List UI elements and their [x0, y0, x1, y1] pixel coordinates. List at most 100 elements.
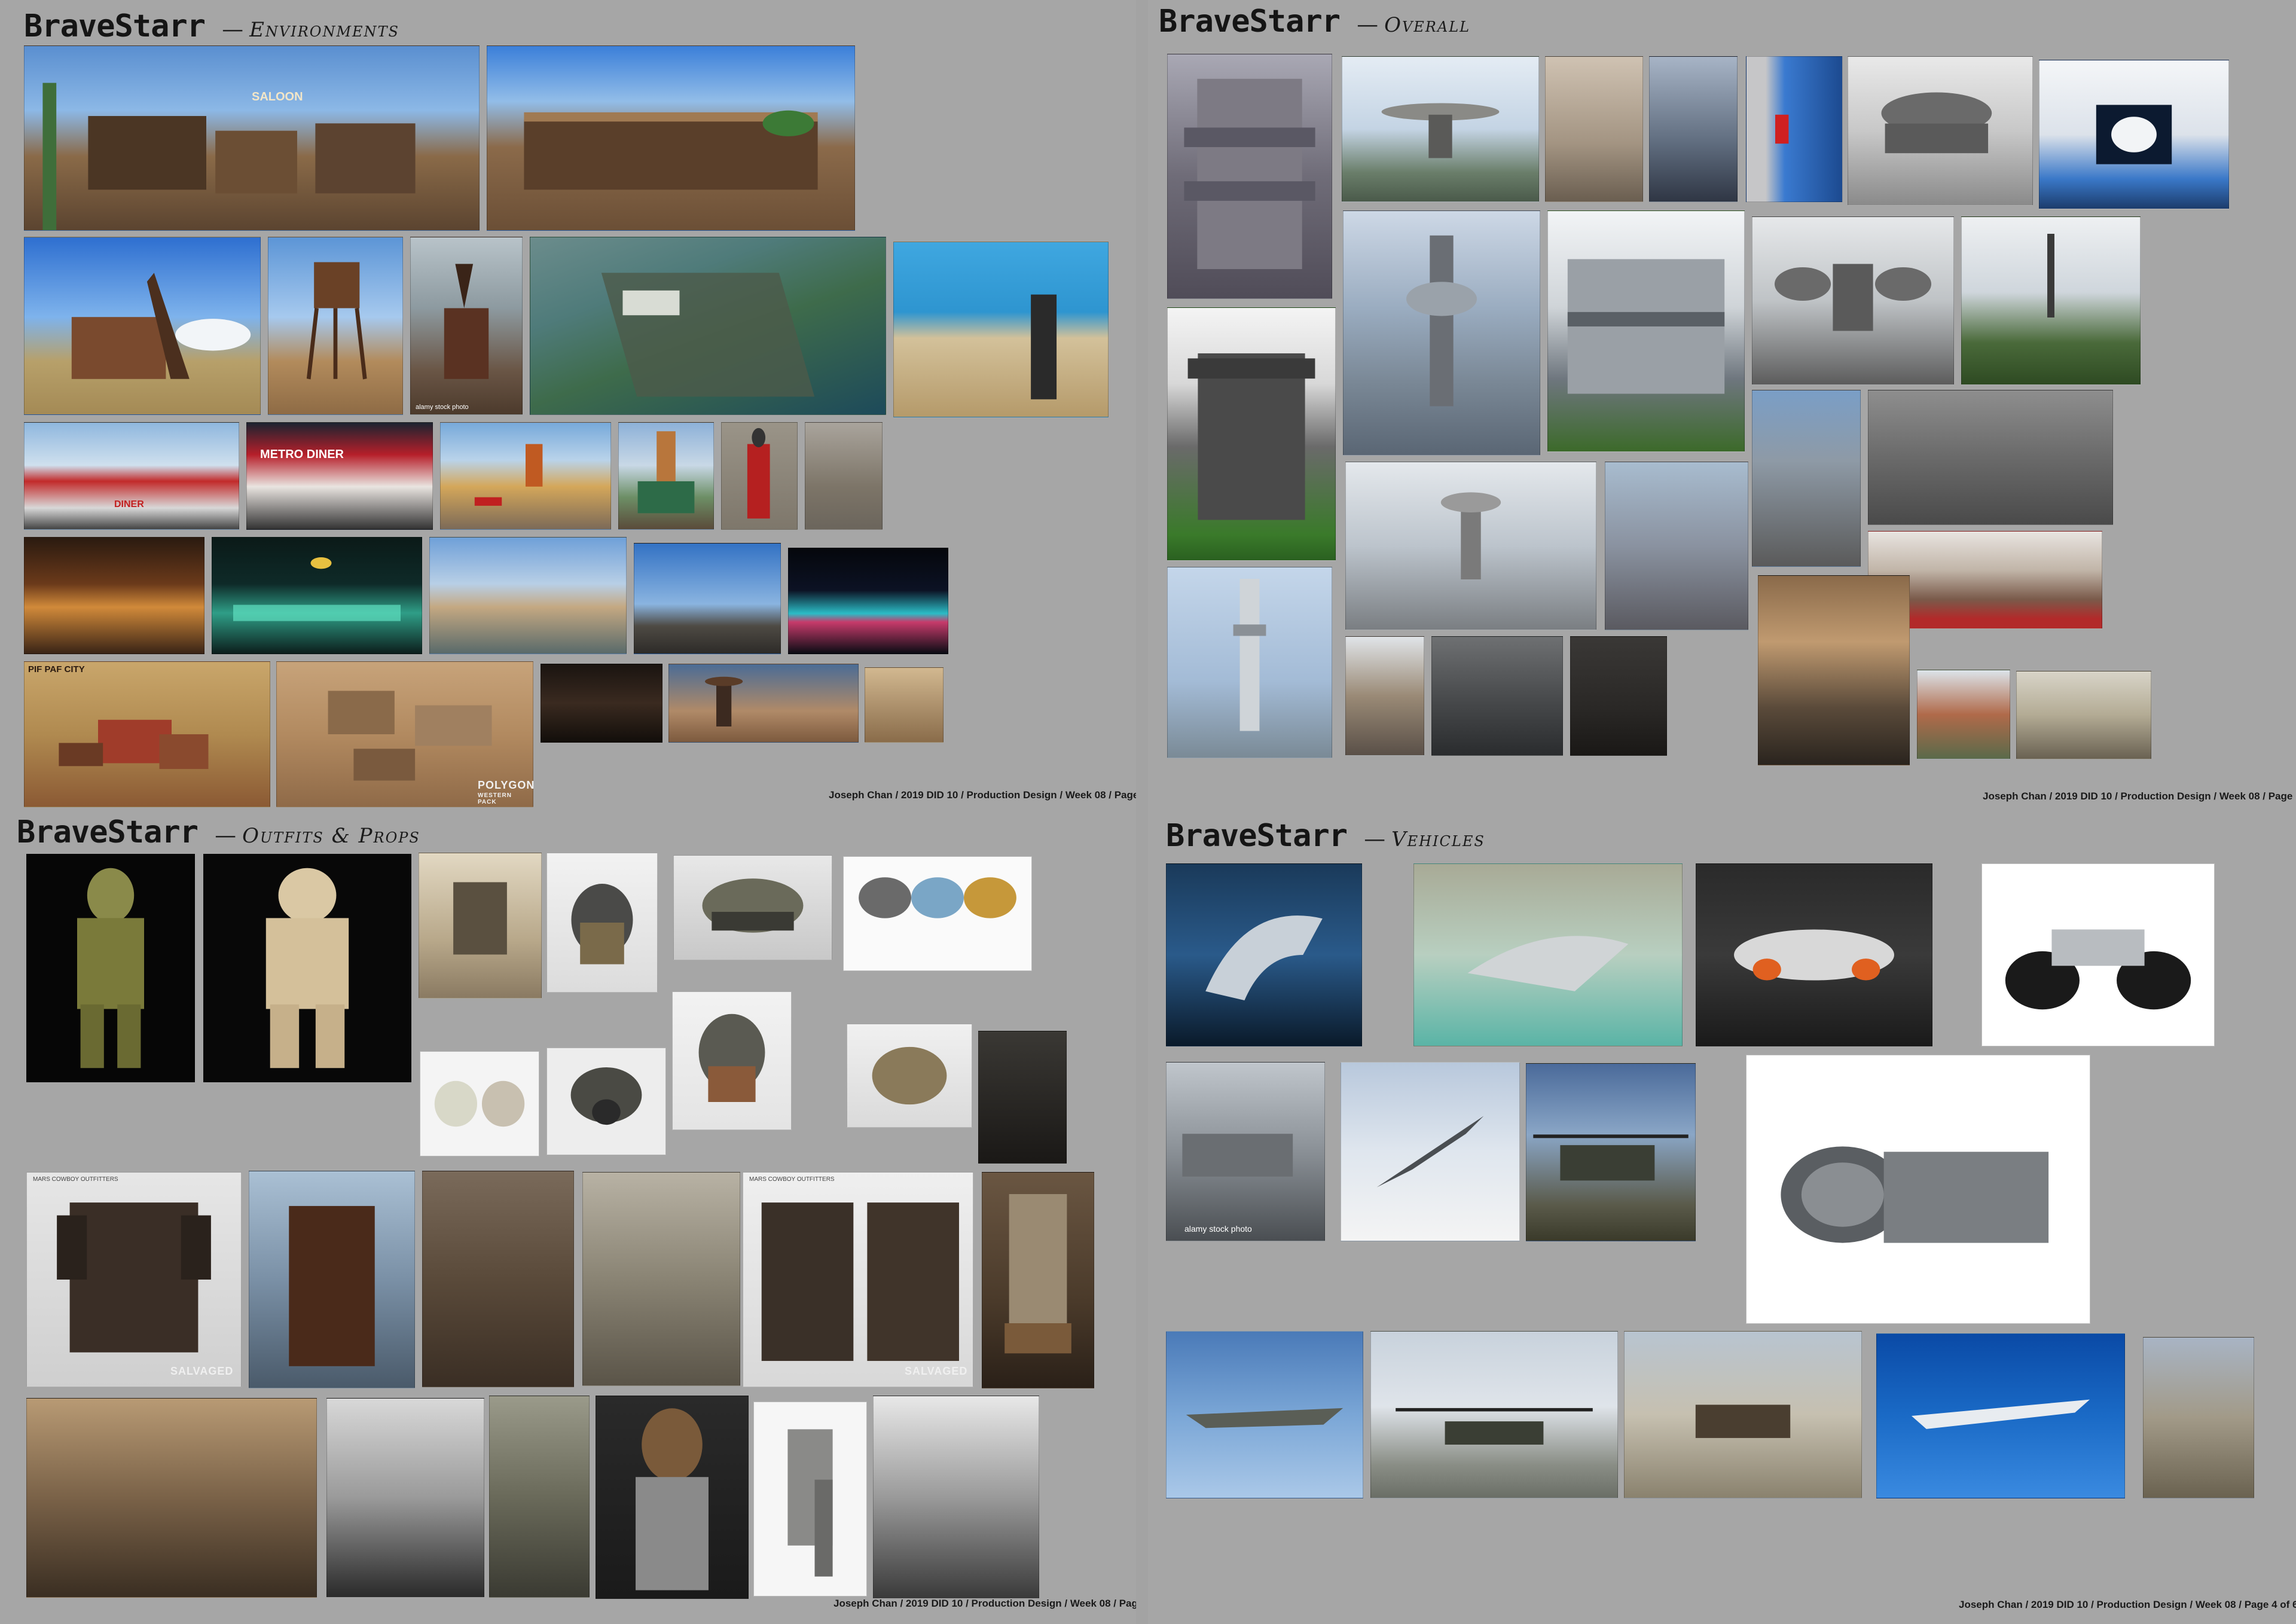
page-footer: Joseph Chan / 2019 DID 10 / Production D… — [829, 789, 1136, 801]
alamy-watermark: alamy stock photo — [1184, 1224, 1252, 1234]
board-brand: BraveStarr — [17, 814, 199, 850]
green-spacesuit-photo — [26, 854, 195, 1082]
plaza-dusk-render — [429, 537, 627, 654]
gas-pump-photo — [721, 422, 798, 530]
stacked-apartment-photo — [1345, 636, 1424, 756]
art-deco-drive-in-photo — [440, 422, 611, 530]
pif-paf-city-label: PIF PAF CITY — [28, 664, 85, 674]
helipad-building-photo — [1342, 56, 1539, 202]
trench-armor-photo — [753, 1402, 867, 1596]
bunker-corridor-photo — [1431, 636, 1563, 756]
airport-tower-photo — [1345, 462, 1596, 630]
fighter-jet-clouds-photo — [1341, 1062, 1520, 1241]
overall-board: BraveStarr — Overall Joseph Chan / 2019 … — [1148, 0, 2296, 813]
flat-city-bw-photo — [1868, 390, 2113, 525]
concrete-block-photo — [1649, 56, 1738, 202]
blue-glass-tower-photo — [1746, 56, 1843, 202]
cream-spacesuit-photo — [203, 854, 411, 1082]
creature-masks-photo — [420, 1051, 539, 1156]
dark-armor-display-photo — [978, 1031, 1067, 1164]
pickelhaube-helmet-photo — [546, 853, 658, 993]
vehicles-board: BraveStarr — Vehicles alamy stock photo — [1148, 813, 2296, 1624]
old-tucson-street-photo — [487, 45, 855, 231]
zizkov-tower-photo — [1167, 567, 1332, 758]
bomber-sky-photo — [1876, 1333, 2125, 1498]
rusted-cuirass-photo — [982, 1172, 1094, 1388]
board-subtitle: Environments — [249, 18, 399, 42]
western-town-photo: SALOON — [24, 45, 480, 231]
parking-garage-photo — [1752, 390, 1861, 567]
sci-fi-interior-photo — [1570, 636, 1667, 756]
night-saloon-interior — [24, 537, 204, 654]
western-city-gate-photo — [1605, 462, 1748, 630]
cliff-container-house-photo — [893, 242, 1109, 417]
brutalist-balconies-photo — [1167, 54, 1332, 299]
board-header: BraveStarr — Vehicles — [1166, 818, 1485, 854]
mars-cowboy-label: MARS COWBOY OUTFITTERS — [749, 1176, 835, 1183]
hangar-jet-photo: alamy stock photo — [1166, 1062, 1325, 1241]
saloon-sign: SALOON — [252, 90, 303, 103]
board-header: BraveStarr — Environments — [24, 8, 399, 44]
helicopters-airfield-photo — [1370, 1331, 1618, 1498]
board-brand: BraveStarr — [1159, 4, 1341, 39]
control-tower-photo — [1343, 210, 1540, 456]
salvaged-leather-armor-photo: MARS COWBOY OUTFITTERS SALVAGED — [26, 1172, 242, 1387]
roadside-stop-photo — [634, 543, 781, 654]
curved-tower-photo — [1545, 56, 1643, 202]
title-separator: — — [222, 17, 244, 42]
title-separator: — — [215, 823, 237, 848]
space-station-interior — [2039, 60, 2229, 209]
teal-car-ornament-photo — [1413, 863, 1683, 1046]
board-subtitle: Outfits & Props — [242, 824, 420, 848]
pif-paf-city-render: PIF PAF CITY — [24, 661, 270, 807]
modernist-blocks-photo — [1917, 670, 2010, 759]
polygon-western-render: POLYGON WESTERN PACK — [276, 661, 535, 807]
cafe-racer-motorcycle-photo — [1981, 863, 2215, 1046]
hatch-door-photo — [2016, 671, 2151, 759]
environments-board: BraveStarr — Environments SALOON alamy s… — [0, 0, 1136, 813]
outfits-board: BraveStarr — Outfits & Props MARS COWBOY… — [0, 813, 1136, 1624]
tiltrotor-concept-photo — [1624, 1331, 1862, 1498]
dining-car-photo: DINER — [24, 422, 239, 530]
pod-building-photo — [1752, 216, 1954, 385]
derelict-helicopter-photo — [2143, 1337, 2254, 1498]
adrian-helmet-photo — [673, 855, 832, 960]
desert-buildings-render — [865, 667, 944, 743]
brutalist-library-photo — [1547, 210, 1745, 452]
alamy-watermark: alamy stock photo — [416, 404, 469, 411]
gas-mask-cloak-photo — [422, 1171, 574, 1387]
jet-engine-render — [1746, 1055, 2090, 1324]
vintage-helmet-print — [419, 853, 542, 999]
buzludzha-monument-photo — [1848, 56, 2033, 206]
title-separator: — — [1357, 13, 1379, 37]
mars-cowboy-label: MARS COWBOY OUTFITTERS — [33, 1176, 118, 1183]
misty-alley-concept — [1758, 575, 1910, 765]
polygon-logo: POLYGON — [478, 779, 535, 791]
metro-diner-sign: METRO DINER — [260, 448, 344, 461]
wasteland-wanderers-art — [582, 1172, 740, 1386]
board-header: BraveStarr — Outfits & Props — [17, 814, 420, 850]
mask-helmet-photo — [672, 991, 792, 1130]
samurai-photo — [326, 1398, 484, 1598]
salvaged-jackets-photo: MARS COWBOY OUTFITTERS SALVAGED — [743, 1172, 973, 1387]
page-footer: Joseph Chan / 2019 DID 10 / Production D… — [1983, 790, 2296, 802]
salvaged-logo: SALVAGED — [905, 1365, 968, 1377]
page-footer: Joseph Chan / 2019 DID 10 / Production D… — [833, 1598, 1136, 1609]
title-separator: — — [1364, 827, 1386, 851]
polygon-logo-sub: WESTERN PACK — [478, 792, 512, 805]
attack-helicopter-photo — [1526, 1063, 1696, 1241]
leather-jacket-photo — [249, 1171, 415, 1388]
deco-station-photo — [618, 422, 714, 530]
neon-gas-station-photo — [788, 548, 948, 654]
soldiers-group-photo — [873, 1396, 1039, 1599]
gas-mask-helmet-photo — [546, 1048, 666, 1155]
board-brand: BraveStarr — [1166, 818, 1348, 854]
night-motel-concept — [212, 537, 422, 654]
board-header: BraveStarr — Overall — [1159, 4, 1470, 39]
water-tower-photo — [268, 237, 403, 415]
page-footer: Joseph Chan / 2019 DID 10 / Production D… — [1959, 1599, 2296, 1610]
stable-interior-photo — [805, 422, 883, 530]
concept-car-photo — [1696, 863, 1932, 1046]
armor-exhibit-photo — [26, 1398, 317, 1598]
board-brand: BraveStarr — [24, 8, 206, 44]
